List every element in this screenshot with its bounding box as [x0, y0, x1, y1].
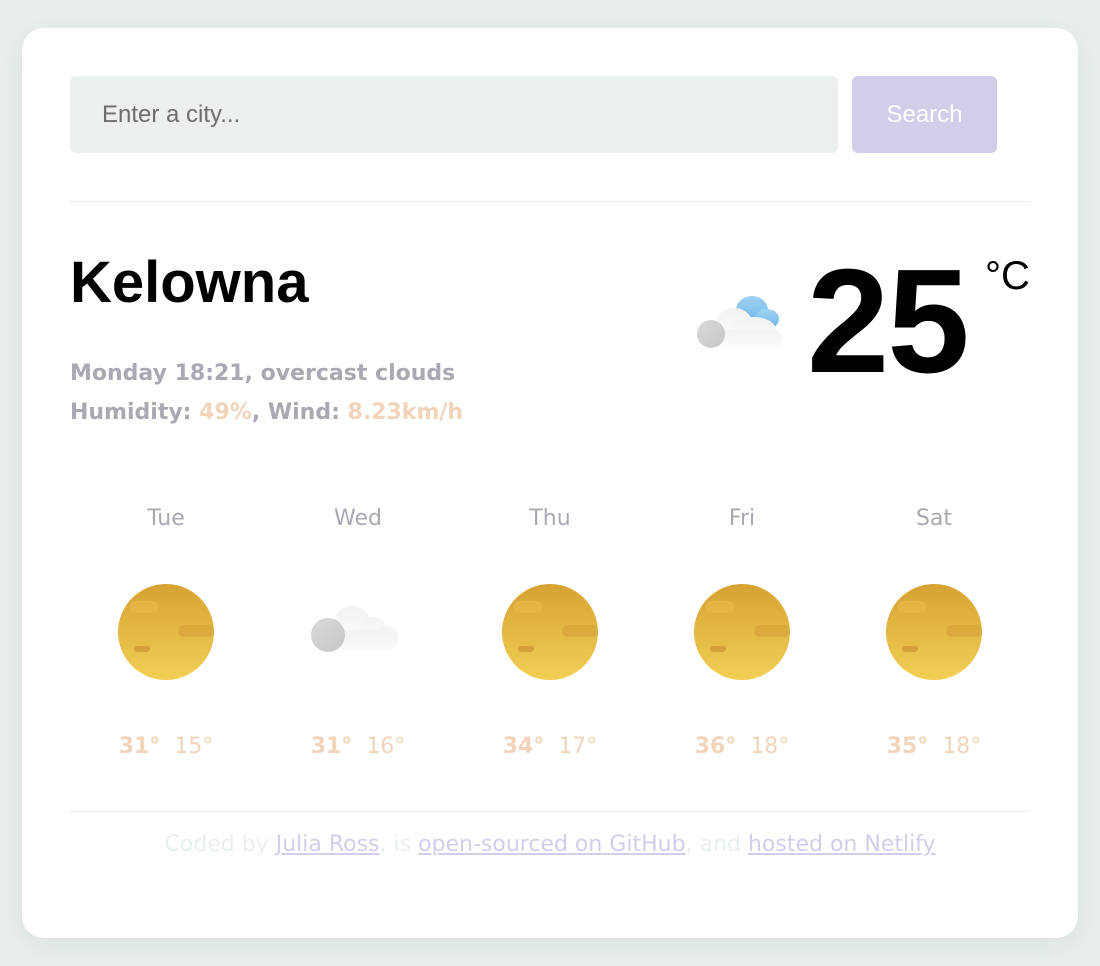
- search-form: Search: [70, 76, 997, 153]
- city-search-input[interactable]: [70, 76, 838, 153]
- forecast-day-name: Thu: [529, 506, 571, 531]
- forecast-max: 34°: [502, 734, 545, 759]
- forecast-day: Wed 31° 16°: [262, 498, 454, 768]
- humidity-label: Humidity:: [70, 400, 200, 425]
- sun-icon: [116, 582, 216, 682]
- cloud-sun-icon: [694, 286, 786, 352]
- forecast-day: Tue 31° 15°: [70, 498, 262, 768]
- forecast-max: 35°: [886, 734, 929, 759]
- current-temperature: 25: [807, 239, 970, 404]
- footer-text: , and: [685, 832, 748, 857]
- wind-label: , Wind:: [251, 400, 348, 425]
- forecast-min: 17°: [558, 734, 598, 759]
- temperature-unit[interactable]: °C: [985, 256, 1030, 296]
- sun-icon: [500, 582, 600, 682]
- footer-text: Coded by: [164, 832, 276, 857]
- forecast-day-name: Tue: [147, 506, 185, 531]
- forecast-min: 15°: [174, 734, 214, 759]
- forecast-min: 18°: [942, 734, 982, 759]
- forecast-temps: 31° 16°: [262, 734, 454, 760]
- forecast-temps: 31° 15°: [70, 734, 262, 760]
- humidity-value: 49%: [199, 400, 252, 425]
- footer-text: , is: [379, 832, 419, 857]
- forecast-min: 18°: [750, 734, 790, 759]
- bottom-divider: [70, 811, 1030, 812]
- humidity-wind-line: Humidity: 49%, Wind: 8.23km/h: [70, 393, 463, 432]
- top-divider: [70, 201, 1030, 202]
- footer: Coded by Julia Ross, is open-sourced on …: [0, 830, 1100, 860]
- city-name: Kelowna: [70, 250, 309, 315]
- forecast-temps: 34° 17°: [454, 734, 646, 760]
- author-link[interactable]: Julia Ross: [276, 832, 380, 857]
- cloud-icon: [308, 582, 408, 682]
- day-time: Monday 18:21: [70, 361, 245, 386]
- forecast-day: Fri 36° 18°: [646, 498, 838, 768]
- current-details: Monday 18:21, overcast clouds Humidity: …: [70, 354, 463, 432]
- date-description-line: Monday 18:21, overcast clouds: [70, 361, 456, 386]
- weather-description: overcast clouds: [260, 361, 456, 386]
- forecast-day-name: Wed: [334, 506, 382, 531]
- forecast-day: Sat 35° 18°: [838, 498, 1030, 768]
- forecast-temps: 36° 18°: [646, 734, 838, 760]
- weather-card: Search Kelowna Monday 18:21, overcast cl…: [22, 28, 1078, 938]
- search-button[interactable]: Search: [852, 76, 997, 153]
- forecast-min: 16°: [366, 734, 406, 759]
- netlify-link[interactable]: hosted on Netlify: [748, 832, 936, 857]
- github-link[interactable]: open-sourced on GitHub: [418, 832, 686, 857]
- forecast-day-name: Sat: [915, 506, 953, 531]
- forecast-max: 31°: [118, 734, 161, 759]
- wind-value: 8.23km/h: [347, 400, 464, 425]
- forecast-day-name: Fri: [728, 506, 756, 531]
- forecast-row: Tue 31° 15° Wed 31° 16° Thu 34° 17° Fri …: [70, 498, 1030, 768]
- forecast-temps: 35° 18°: [838, 734, 1030, 760]
- forecast-max: 31°: [310, 734, 353, 759]
- sun-icon: [884, 582, 984, 682]
- forecast-day: Thu 34° 17°: [454, 498, 646, 768]
- sun-icon: [692, 582, 792, 682]
- forecast-max: 36°: [694, 734, 737, 759]
